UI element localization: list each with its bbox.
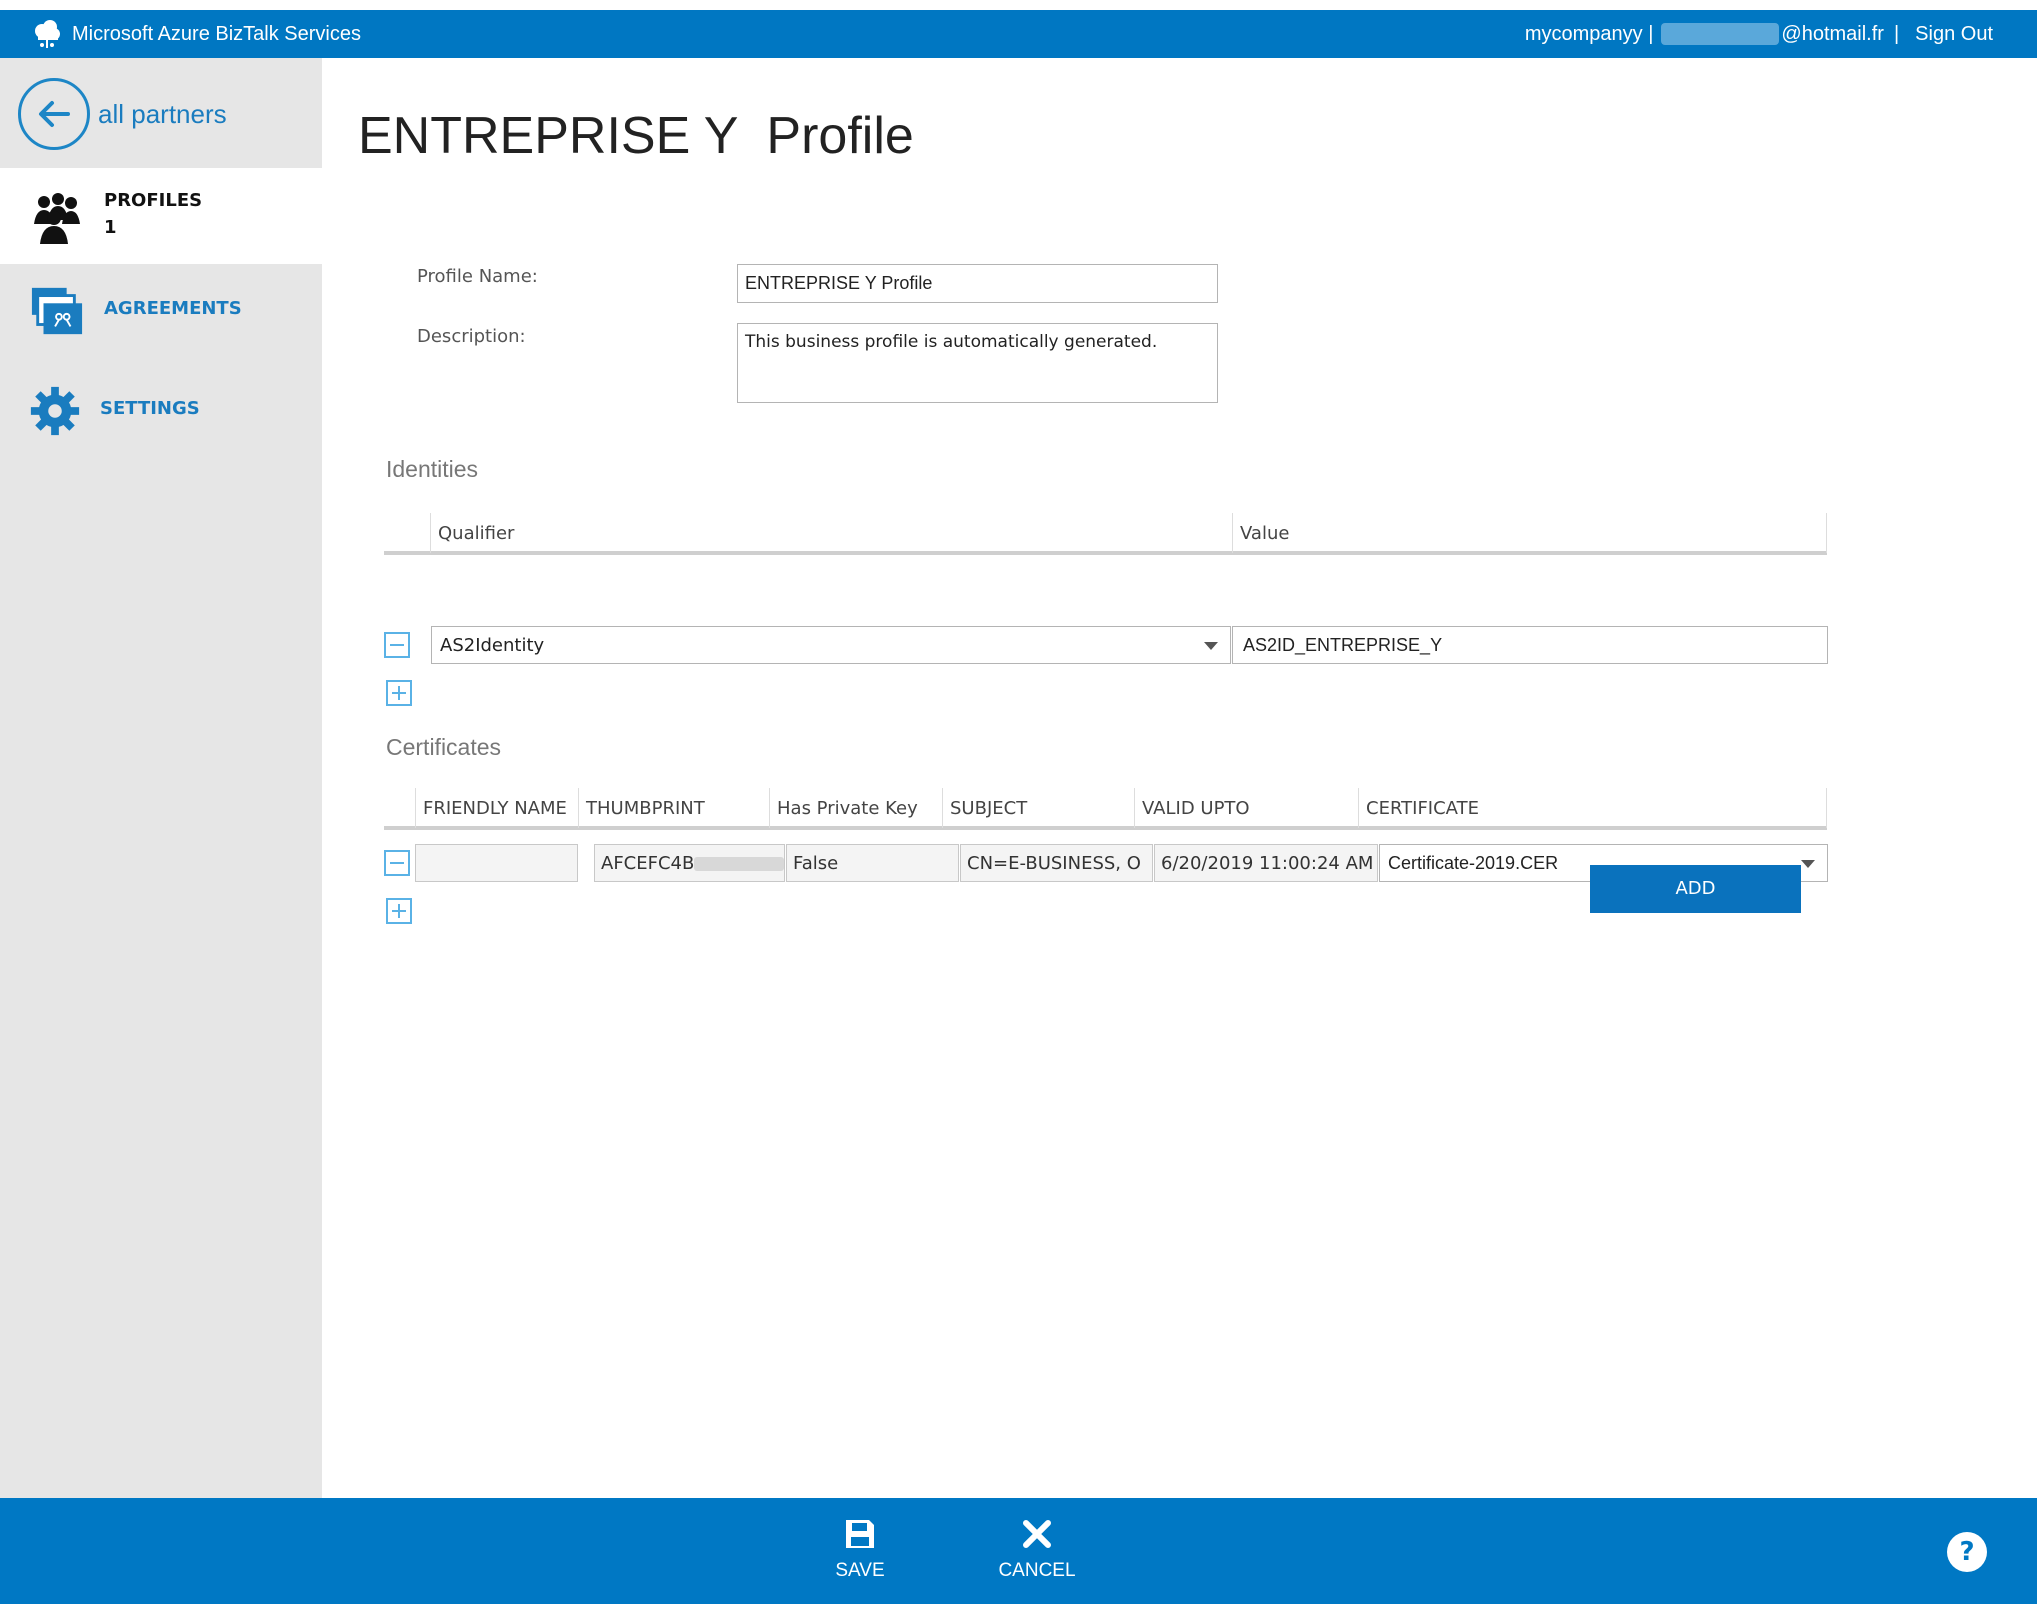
- app-title: Microsoft Azure BizTalk Services: [72, 22, 361, 45]
- col-has-private-key: Has Private Key: [769, 788, 942, 828]
- subject-cell: CN=E-BUSINESS, O: [960, 844, 1153, 882]
- agreements-icon: [30, 284, 86, 340]
- main-content: ENTREPRISE Y Profile Profile Name: ENTRE…: [322, 58, 2037, 1498]
- thumbprint-redacted: [694, 857, 784, 871]
- col-qualifier: Qualifier: [430, 513, 1232, 553]
- description-label: Description:: [417, 326, 526, 347]
- chevron-down-icon: [1204, 642, 1218, 650]
- page-title: ENTREPRISE Y Profile: [358, 107, 914, 165]
- valid-upto-cell: 6/20/2019 11:00:24 AM: [1154, 844, 1378, 882]
- qualifier-value: AS2Identity: [440, 635, 545, 656]
- certificates-section-title: Certificates: [386, 734, 502, 760]
- agreements-label: AGREEMENTS: [104, 298, 242, 319]
- friendly-name-cell: [415, 844, 578, 882]
- col-certificate: CERTIFICATE: [1358, 788, 1827, 828]
- thumbprint-cell: AFCEFC4B: [594, 844, 785, 882]
- identities-grid-header: Qualifier Value: [384, 513, 1827, 555]
- add-button[interactable]: ADD: [1590, 865, 1801, 913]
- chevron-down-icon: [1801, 860, 1815, 868]
- certificate-value: Certificate-2019.CER: [1388, 853, 1559, 873]
- back-to-all-partners[interactable]: all partners: [18, 78, 227, 150]
- sidebar-item-profiles[interactable]: PROFILES 1: [0, 168, 322, 264]
- col-valid-upto: VALID UPTO: [1134, 788, 1358, 828]
- help-icon[interactable]: ?: [1947, 1532, 1987, 1572]
- has-private-key-cell: False: [786, 844, 959, 882]
- close-icon: [987, 1516, 1087, 1552]
- top-header: Microsoft Azure BizTalk Services mycompa…: [0, 10, 2037, 58]
- remove-identity-button[interactable]: [384, 632, 410, 658]
- col-subject: SUBJECT: [942, 788, 1134, 828]
- separator: |: [1893, 22, 1900, 45]
- bottom-command-bar: SAVE CANCEL ?: [0, 1498, 2037, 1604]
- sidebar: all partners PROFILES 1 AGREEMENTS SETTI…: [0, 58, 322, 1498]
- people-icon: [28, 190, 84, 246]
- qualifier-dropdown[interactable]: AS2Identity: [431, 626, 1231, 664]
- user-area: mycompanyy | @hotmail.fr | Sign Out: [1525, 10, 1993, 58]
- cancel-label: CANCEL: [998, 1560, 1076, 1581]
- cancel-button[interactable]: CANCEL: [987, 1516, 1087, 1582]
- back-arrow-icon: [18, 78, 90, 150]
- add-certificate-row-button[interactable]: [386, 898, 412, 924]
- identities-section-title: Identities: [386, 456, 479, 482]
- sidebar-item-label: PROFILES 1: [104, 190, 202, 238]
- remove-certificate-button[interactable]: [384, 850, 410, 876]
- brand[interactable]: Microsoft Azure BizTalk Services: [30, 10, 361, 58]
- certificates-grid-header: FRIENDLY NAME THUMBPRINT Has Private Key…: [384, 788, 1827, 830]
- col-friendly-name: FRIENDLY NAME: [415, 788, 578, 828]
- save-label: SAVE: [835, 1560, 885, 1581]
- profiles-label: PROFILES: [104, 190, 203, 211]
- cloud-logo-icon: [30, 17, 64, 51]
- add-identity-button[interactable]: [386, 680, 412, 706]
- sign-out-link[interactable]: Sign Out: [1915, 23, 1993, 46]
- thumbprint-value: AFCEFC4B: [601, 853, 695, 874]
- sidebar-item-agreements[interactable]: AGREEMENTS: [0, 284, 322, 364]
- profiles-count: 1: [104, 217, 117, 238]
- col-value: Value: [1232, 513, 1827, 553]
- account-name: mycompanyy |: [1524, 22, 1654, 45]
- identity-value-input[interactable]: AS2ID_ENTREPRISE_Y: [1232, 626, 1828, 664]
- email-redacted: [1661, 23, 1780, 45]
- profile-name-label: Profile Name:: [417, 266, 538, 287]
- save-button[interactable]: SAVE: [810, 1516, 910, 1582]
- settings-label: SETTINGS: [100, 398, 200, 419]
- description-textarea[interactable]: This business profile is automatically g…: [737, 323, 1218, 403]
- profile-name-input[interactable]: ENTREPRISE Y Profile: [737, 264, 1218, 303]
- sidebar-item-settings[interactable]: SETTINGS: [0, 384, 322, 464]
- col-thumbprint: THUMBPRINT: [578, 788, 769, 828]
- gear-icon: [28, 384, 84, 440]
- save-icon: [810, 1516, 910, 1552]
- back-label: all partners: [98, 98, 227, 129]
- email-suffix: @hotmail.fr: [1781, 22, 1884, 45]
